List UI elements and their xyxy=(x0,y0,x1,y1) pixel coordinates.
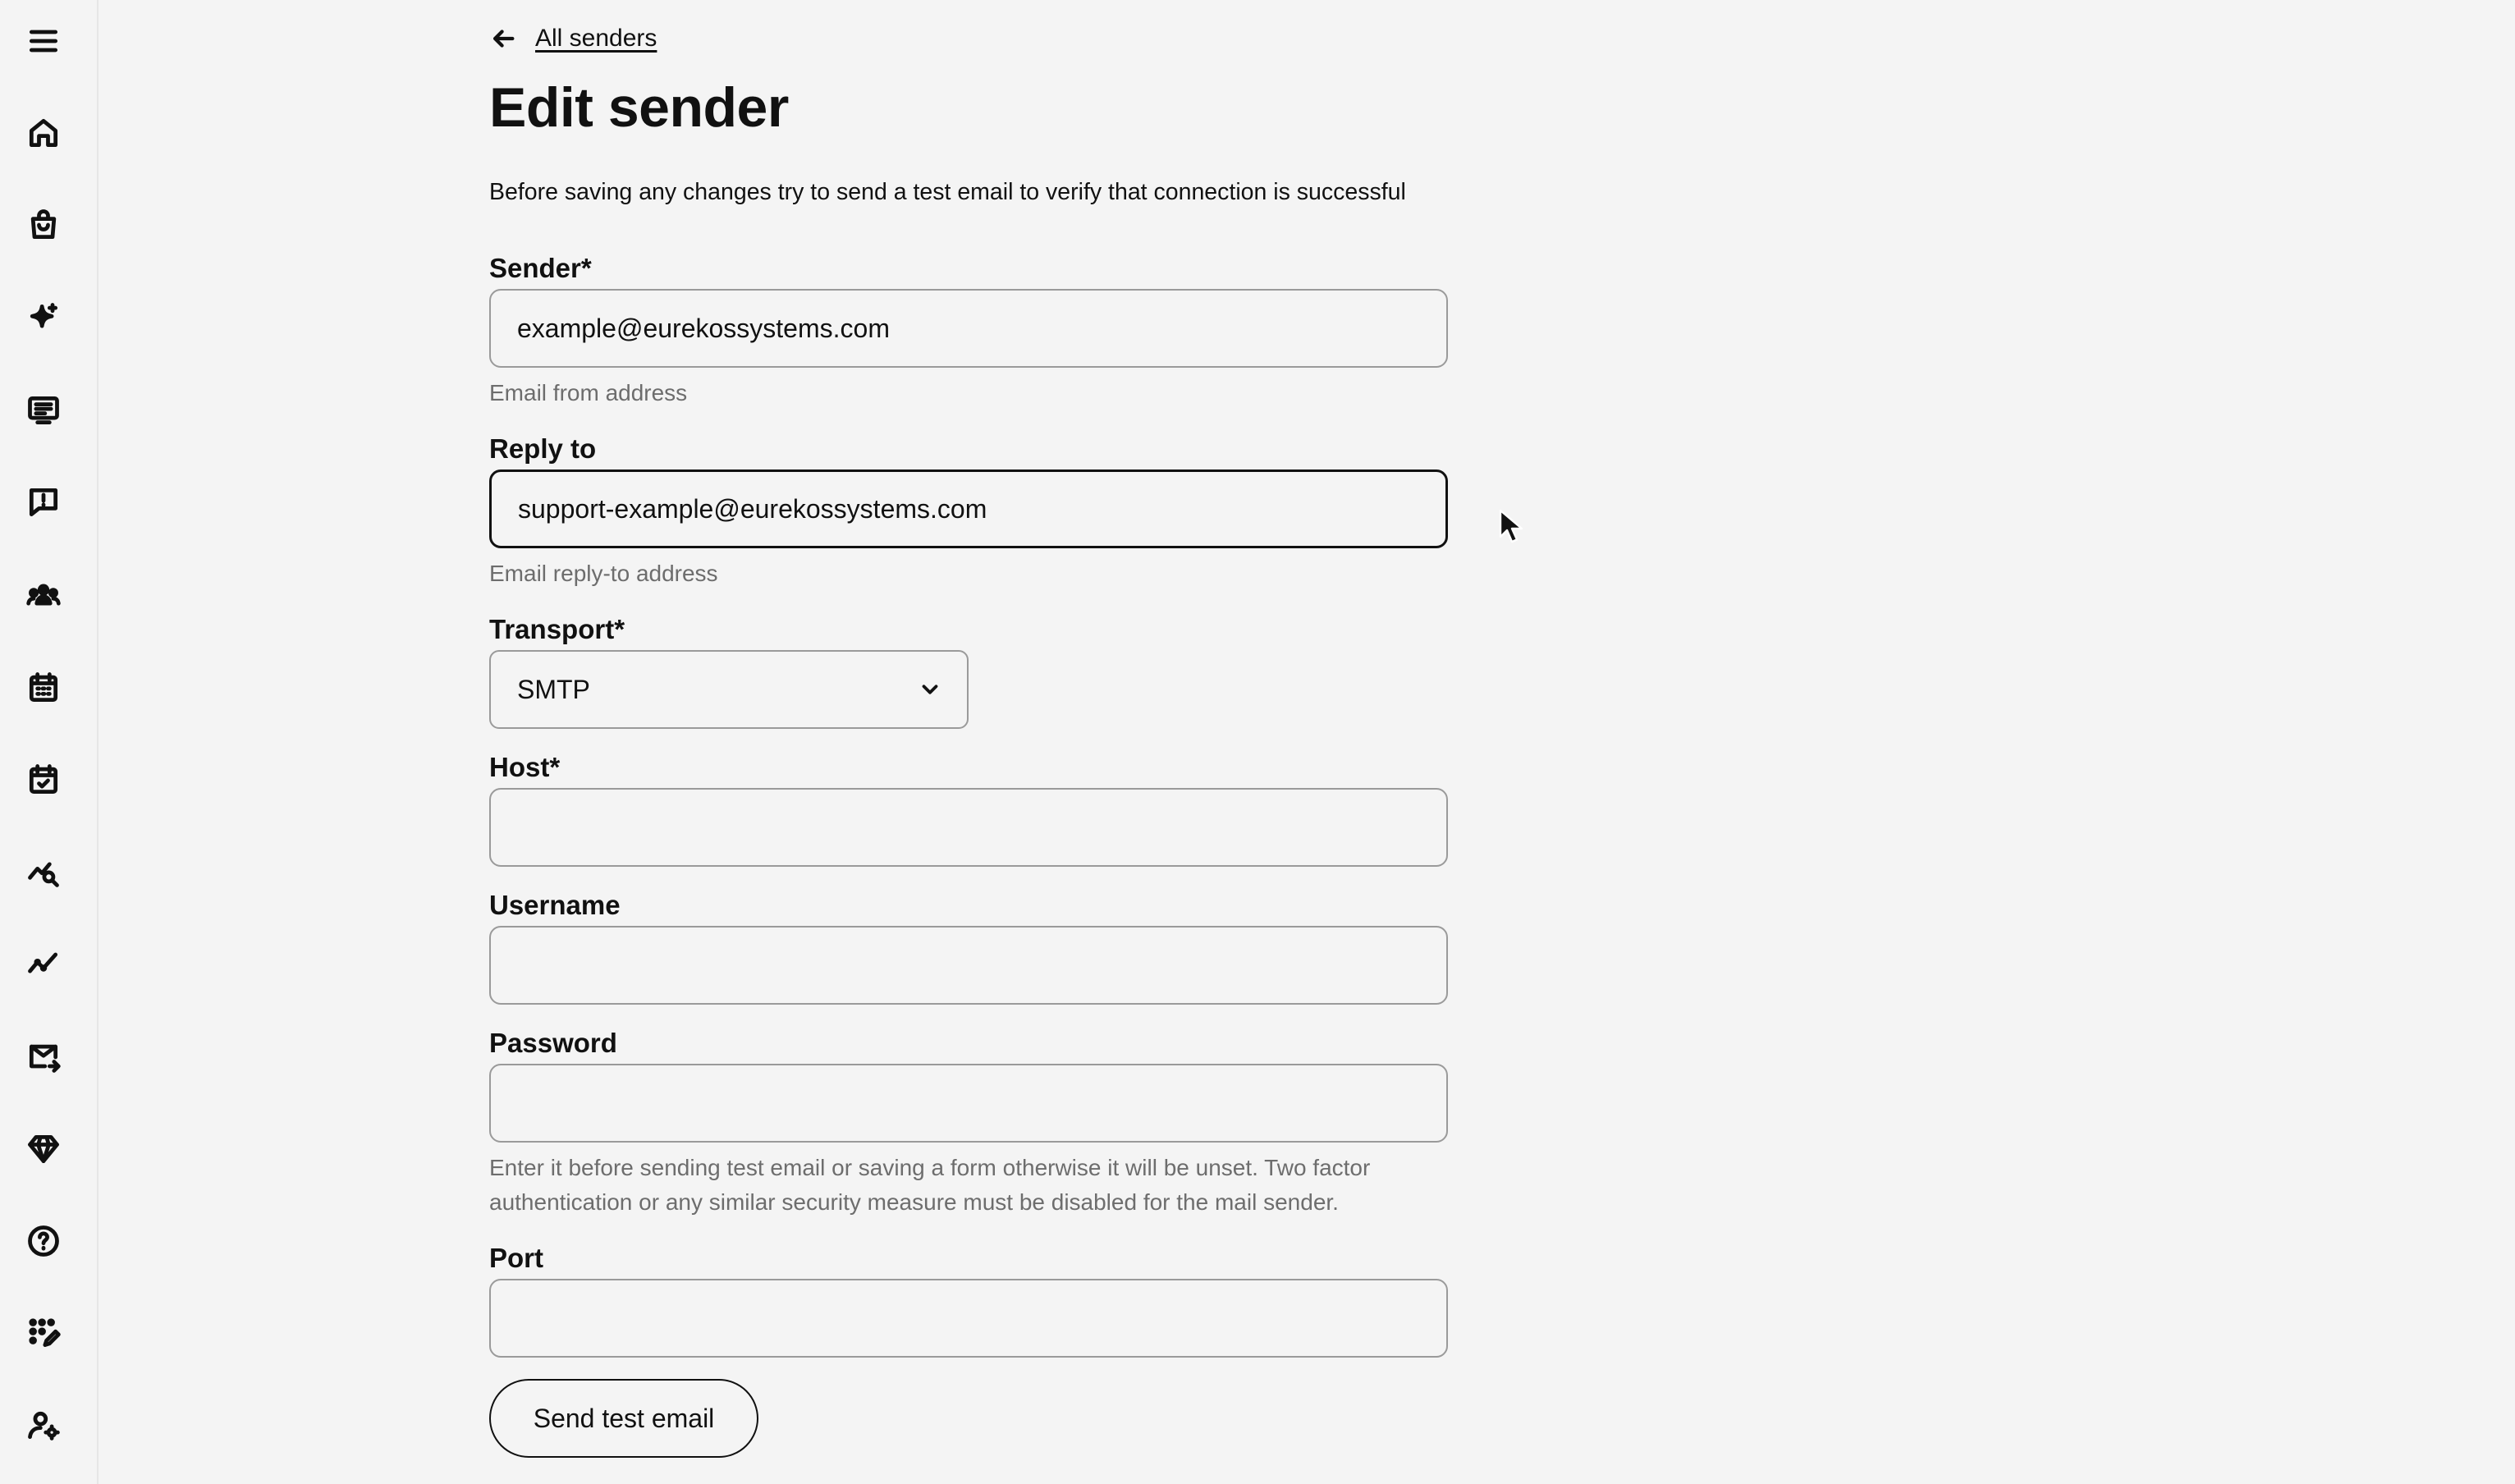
home-icon[interactable] xyxy=(22,112,65,154)
help-icon[interactable] xyxy=(22,1220,65,1262)
arrow-left-icon xyxy=(492,30,515,48)
port-label: Port xyxy=(489,1243,543,1273)
username-label: Username xyxy=(489,890,621,920)
password-label: Password xyxy=(489,1028,617,1058)
password-help: Enter it before sending test email or sa… xyxy=(489,1155,1371,1215)
chevron-down-icon xyxy=(922,685,938,694)
reply-to-input[interactable] xyxy=(489,469,1448,548)
intro-text: Before saving any changes try to send a … xyxy=(489,179,1406,205)
sender-input[interactable] xyxy=(489,289,1448,368)
sidebar xyxy=(0,0,98,1484)
dots-edit-icon[interactable] xyxy=(22,1312,65,1354)
transport-selected-value: SMTP xyxy=(517,674,590,704)
port-input[interactable] xyxy=(489,1279,1448,1358)
feedback-icon[interactable] xyxy=(22,481,65,524)
sender-help: Email from address xyxy=(489,380,688,405)
page-title: Edit sender xyxy=(489,76,789,139)
diamond-icon[interactable] xyxy=(22,1128,65,1170)
back-link[interactable]: All senders xyxy=(489,25,657,53)
host-label: Host* xyxy=(489,752,561,782)
analytics-search-icon[interactable] xyxy=(22,850,65,893)
app-root: All senders Edit sender Before saving an… xyxy=(0,0,2515,1484)
host-input[interactable] xyxy=(489,788,1448,867)
password-input[interactable] xyxy=(489,1064,1448,1143)
username-input[interactable] xyxy=(489,926,1448,1005)
mail-forward-icon[interactable] xyxy=(22,1036,65,1079)
screen-list-icon[interactable] xyxy=(22,389,65,432)
calendar-check-icon[interactable] xyxy=(22,758,65,801)
user-settings-icon[interactable] xyxy=(22,1404,65,1446)
calendar-icon[interactable] xyxy=(22,666,65,709)
mouse-cursor-icon xyxy=(1499,509,1523,543)
reply-to-label: Reply to xyxy=(489,433,597,464)
sender-label: Sender* xyxy=(489,253,592,283)
menu-icon[interactable] xyxy=(22,20,65,62)
back-link-label[interactable]: All senders xyxy=(535,25,657,53)
send-test-email-button[interactable]: Send test email xyxy=(489,1379,758,1458)
reply-to-help: Email reply-to address xyxy=(489,561,718,586)
sparkles-icon[interactable] xyxy=(22,297,65,340)
transport-label: Transport* xyxy=(489,614,625,644)
users-icon[interactable] xyxy=(22,575,65,617)
shopping-bag-icon[interactable] xyxy=(22,204,65,246)
trend-line-icon[interactable] xyxy=(22,942,65,985)
transport-select[interactable]: SMTP xyxy=(489,650,969,729)
